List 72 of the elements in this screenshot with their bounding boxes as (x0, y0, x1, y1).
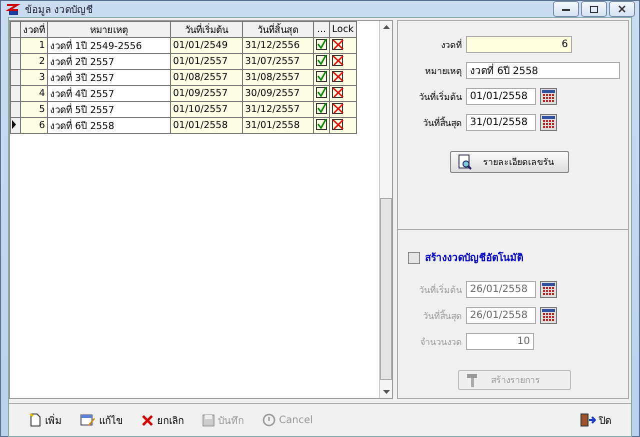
app-icon (5, 2, 21, 16)
column-header[interactable]: Lock (330, 22, 356, 38)
table-cell: 01/01/2549 (170, 38, 242, 54)
table-cell: 1 (20, 38, 48, 54)
column-header[interactable]: ... (314, 22, 330, 38)
table-cell: 3 (20, 70, 48, 86)
scroll-up-icon (382, 24, 390, 29)
field-label: วันที่สิ้นสุด (422, 308, 462, 322)
restore-icon (590, 6, 598, 12)
table-cell: 30/09/2557 (242, 86, 314, 102)
column-header[interactable]: หมายเหตุ (48, 22, 170, 38)
input-field[interactable]: 01/01/2558 (466, 88, 536, 105)
toolbar-button[interactable]: เพิ่ม (27, 410, 64, 430)
table-cell: 01/01/2557 (170, 54, 242, 70)
checkbox-label: สร้างงวดบัญชีอัตโนมัติ (425, 250, 523, 265)
save-icon (202, 414, 215, 426)
close-icon (618, 5, 626, 13)
field-label: วันที่สิ้นสุด (422, 116, 462, 130)
table-cell: งวดที่ 3ปี 2557 (48, 70, 170, 86)
delete-icon (141, 414, 154, 426)
header-corner (10, 22, 20, 38)
edit-icon (80, 413, 96, 427)
table-cell: 4 (20, 86, 48, 102)
close-button[interactable] (609, 1, 635, 17)
field-label: วันที่เริ่มต้น (418, 282, 462, 296)
table-cell: งวดที่ 2ปี 2557 (48, 54, 170, 70)
minimize-icon (562, 6, 570, 12)
exit-door-icon (580, 413, 596, 427)
table-cell: งวดที่ 4ปี 2557 (48, 86, 170, 102)
table-cell: งวดที่ 6ปี 2558 (48, 118, 170, 134)
field-label: งวดที่ (440, 38, 462, 52)
table-cell: 31/08/2557 (242, 70, 314, 86)
column-header[interactable]: งวดที่ (20, 22, 48, 38)
field-label: วันที่เริ่มต้น (418, 90, 462, 104)
input-field[interactable]: 6 (466, 36, 572, 53)
column-header[interactable]: วันที่สิ้นสุด (242, 22, 314, 38)
scrollbar[interactable] (379, 21, 392, 398)
table-cell: 01/09/2557 (170, 86, 242, 102)
table-cell: 01/08/2557 (170, 70, 242, 86)
table-cell: 01/10/2557 (170, 102, 242, 118)
table-cell: 31/01/2558 (242, 118, 314, 134)
table-cell: งวดที่ 5ปี 2557 (48, 102, 170, 118)
table-cell: 6 (20, 118, 48, 134)
table-cell: 2 (20, 54, 48, 70)
table-cell: 31/12/2557 (242, 102, 314, 118)
toolbar-button[interactable]: ปิด (578, 410, 613, 430)
run-number-button[interactable]: รายละเอียดเลขรัน (450, 151, 569, 173)
toolbar-button[interactable]: ยกเลิก (139, 410, 186, 430)
new-file-icon (29, 413, 42, 427)
table-cell: 01/01/2558 (170, 118, 242, 134)
maximize-button[interactable] (581, 1, 607, 17)
calendar-icon[interactable] (540, 281, 557, 298)
input-field[interactable]: 31/01/2558 (466, 114, 536, 131)
table-cell: 5 (20, 102, 48, 118)
row-indicator[interactable] (10, 118, 20, 134)
table-cell: 31/12/2556 (242, 38, 314, 54)
input-field[interactable]: งวดที่ 6ปี 2558 (466, 62, 620, 79)
calendar-icon[interactable] (540, 88, 557, 105)
field-label: หมายเหตุ (424, 66, 462, 78)
calendar-icon[interactable] (540, 114, 557, 131)
table-cell: งวดที่ 1ปี 2549-2556 (48, 38, 170, 54)
current-row-icon (11, 120, 17, 128)
toolbar-button[interactable]: แก้ไข (78, 410, 125, 430)
undo-icon (262, 413, 276, 427)
scroll-down-icon (382, 390, 390, 395)
table-cell: 31/07/2557 (242, 54, 314, 70)
magnifier-document-icon (457, 154, 473, 170)
window-title: ข้อมูล งวดบัญชี (25, 4, 94, 16)
column-header[interactable]: วันที่เริ่มต้น (170, 22, 242, 38)
field-label: จำนวนงวด (419, 336, 462, 348)
minimize-button[interactable] (553, 1, 579, 17)
calendar-icon[interactable] (540, 307, 557, 324)
